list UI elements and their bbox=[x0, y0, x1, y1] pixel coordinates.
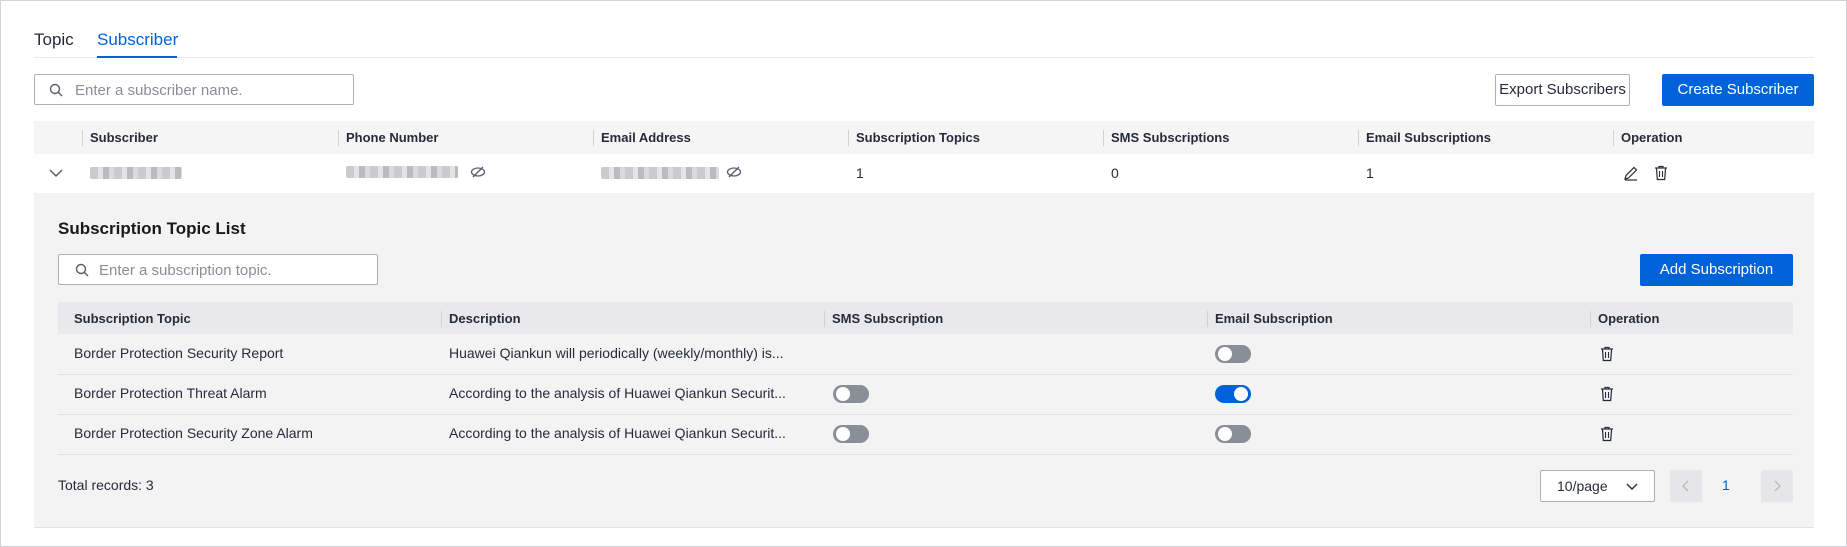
table-row: 1 0 1 bbox=[34, 154, 1814, 193]
column-separator bbox=[1613, 130, 1614, 146]
total-records: Total records: 3 bbox=[58, 477, 154, 493]
column-header-sms-subscription: SMS Subscription bbox=[832, 311, 944, 326]
column-header-email-subscription: Email Subscription bbox=[1215, 311, 1333, 326]
column-separator bbox=[1358, 130, 1359, 146]
subscriber-name-redacted bbox=[90, 167, 182, 179]
create-subscriber-button[interactable]: Create Subscriber bbox=[1662, 74, 1814, 106]
topic-table-header: Subscription Topic Description SMS Subsc… bbox=[58, 302, 1793, 334]
page-size-value: 10/page bbox=[1557, 478, 1608, 494]
table-row: Border Protection Security Zone Alarm Ac… bbox=[58, 414, 1793, 455]
section-title: Subscription Topic List bbox=[58, 219, 246, 238]
delete-icon[interactable] bbox=[1654, 165, 1668, 181]
topic-description: According to the analysis of Huawei Qian… bbox=[449, 385, 786, 401]
edit-icon[interactable] bbox=[1623, 165, 1639, 181]
active-tab-indicator bbox=[97, 56, 177, 58]
table-row: Border Protection Threat Alarm According… bbox=[58, 374, 1793, 415]
search-icon bbox=[49, 83, 63, 97]
column-header-sms: SMS Subscriptions bbox=[1111, 130, 1230, 145]
column-separator bbox=[593, 130, 594, 146]
eye-off-icon[interactable] bbox=[470, 165, 486, 179]
topic-name: Border Protection Security Report bbox=[74, 345, 284, 361]
column-header-email: Email Address bbox=[601, 130, 691, 145]
page-size-select[interactable]: 10/page bbox=[1540, 470, 1655, 502]
column-separator bbox=[82, 130, 83, 146]
column-separator bbox=[824, 311, 825, 327]
chevron-down-icon bbox=[1626, 483, 1638, 490]
sms-subscription-toggle[interactable] bbox=[833, 385, 869, 403]
subscription-topic-search-input[interactable]: Enter a subscription topic. bbox=[58, 254, 378, 285]
email-subscription-toggle[interactable] bbox=[1215, 385, 1251, 403]
subscription-topics-count: 1 bbox=[856, 165, 864, 181]
subscription-panel: Topic Subscriber Enter a subscriber name… bbox=[0, 0, 1847, 547]
topic-description: According to the analysis of Huawei Qian… bbox=[449, 425, 786, 441]
column-separator bbox=[441, 311, 442, 327]
search-placeholder: Enter a subscription topic. bbox=[99, 262, 272, 279]
column-header-subscriber: Subscriber bbox=[90, 130, 158, 145]
topic-name: Border Protection Threat Alarm bbox=[74, 385, 267, 401]
email-subscription-toggle[interactable] bbox=[1215, 425, 1251, 443]
tab-topic[interactable]: Topic bbox=[34, 30, 74, 50]
column-separator bbox=[1207, 311, 1208, 327]
next-page-button[interactable] bbox=[1761, 470, 1793, 502]
column-separator bbox=[1590, 311, 1591, 327]
subscription-topic-panel: Subscription Topic List Enter a subscrip… bbox=[34, 193, 1814, 528]
phone-redacted bbox=[346, 166, 458, 178]
column-separator bbox=[848, 130, 849, 146]
delete-icon[interactable] bbox=[1600, 346, 1614, 362]
email-redacted bbox=[601, 167, 719, 179]
current-page[interactable]: 1 bbox=[1722, 477, 1730, 493]
column-header-operation: Operation bbox=[1598, 311, 1660, 326]
delete-icon[interactable] bbox=[1600, 426, 1614, 442]
column-separator bbox=[1103, 130, 1104, 146]
email-subscription-toggle[interactable] bbox=[1215, 345, 1251, 363]
chevron-right-icon bbox=[1774, 480, 1781, 492]
column-header-topic: Subscription Topic bbox=[74, 311, 191, 326]
column-header-email-subs: Email Subscriptions bbox=[1366, 130, 1491, 145]
sms-subscriptions-count: 0 bbox=[1111, 165, 1119, 181]
table-row: Border Protection Security Report Huawei… bbox=[58, 334, 1793, 375]
column-header-phone: Phone Number bbox=[346, 130, 439, 145]
column-header-description: Description bbox=[449, 311, 521, 326]
column-header-operation: Operation bbox=[1621, 130, 1683, 145]
chevron-left-icon bbox=[1682, 480, 1689, 492]
sms-subscription-toggle[interactable] bbox=[833, 425, 869, 443]
subscriber-search-input[interactable]: Enter a subscriber name. bbox=[34, 74, 354, 105]
export-subscribers-button[interactable]: Export Subscribers bbox=[1495, 74, 1630, 106]
subscriber-table-header: Subscriber Phone Number Email Address Su… bbox=[34, 121, 1814, 154]
chevron-down-icon[interactable] bbox=[49, 168, 63, 178]
topic-name: Border Protection Security Zone Alarm bbox=[74, 425, 313, 441]
search-icon bbox=[75, 263, 89, 277]
topic-description: Huawei Qiankun will periodically (weekly… bbox=[449, 345, 784, 361]
delete-icon[interactable] bbox=[1600, 386, 1614, 402]
column-header-topics: Subscription Topics bbox=[856, 130, 980, 145]
previous-page-button[interactable] bbox=[1670, 470, 1702, 502]
eye-off-icon[interactable] bbox=[726, 165, 742, 179]
email-subscriptions-count: 1 bbox=[1366, 165, 1374, 181]
tab-subscriber[interactable]: Subscriber bbox=[97, 30, 178, 50]
column-separator bbox=[338, 130, 339, 146]
add-subscription-button[interactable]: Add Subscription bbox=[1640, 254, 1793, 286]
tab-bar: Topic Subscriber bbox=[34, 29, 1814, 58]
search-placeholder: Enter a subscriber name. bbox=[75, 82, 243, 99]
